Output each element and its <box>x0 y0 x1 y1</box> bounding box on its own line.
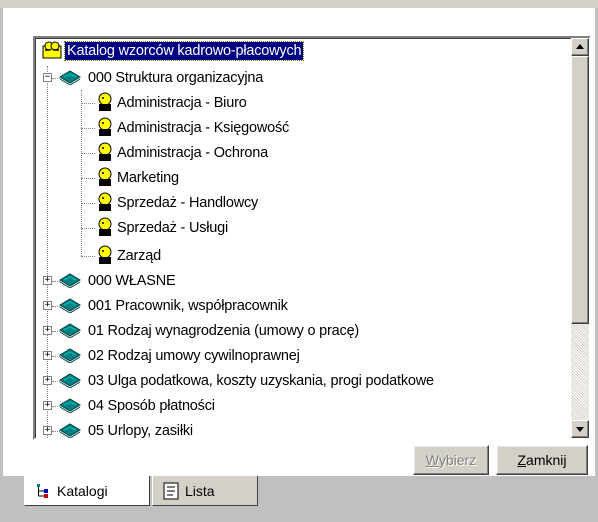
select-button-label: ybierz <box>438 452 477 468</box>
tree-rows: Katalog wzorców kadrowo-płacowych − 000 … <box>35 38 565 438</box>
tab-lista[interactable]: Lista <box>152 476 258 506</box>
catalog-panel: Katalog wzorców kadrowo-płacowych − 000 … <box>3 8 595 476</box>
book-icon <box>59 373 81 388</box>
tree-connector <box>81 103 95 104</box>
expand-toggle[interactable]: + <box>43 301 52 310</box>
tree-connector <box>81 178 95 179</box>
tree-item-label: 001 Pracownik, współpracownik <box>88 297 288 314</box>
scroll-up-button[interactable] <box>571 38 589 56</box>
tab-lista-label: Lista <box>185 482 215 499</box>
arrow-down-icon <box>576 427 584 432</box>
list-icon <box>163 482 179 499</box>
book-icon <box>59 273 81 288</box>
tree-item-label: Sprzedaż - Usługi <box>117 219 229 236</box>
book-icon <box>59 70 81 85</box>
expand-toggle[interactable]: + <box>43 401 52 410</box>
tree-item-zarzad[interactable]: Zarząd <box>95 243 163 268</box>
expand-toggle[interactable]: + <box>43 351 52 360</box>
person-icon <box>98 142 112 161</box>
vertical-scrollbar[interactable] <box>571 38 589 438</box>
person-icon <box>98 167 112 186</box>
tree-item-label: 04 Sposób płatności <box>88 397 215 414</box>
tab-bar: Katalogi Lista <box>0 476 598 522</box>
close-button[interactable]: Zamknij <box>496 445 588 475</box>
tree-item-label: Administracja - Biuro <box>117 94 247 111</box>
tab-katalogi-label: Katalogi <box>57 482 108 499</box>
book-icon <box>59 398 81 413</box>
arrow-up-icon <box>576 44 584 49</box>
expand-toggle[interactable]: + <box>43 376 52 385</box>
tree-connector <box>81 203 95 204</box>
tree-connector <box>81 153 95 154</box>
tree-item-label: Zarząd <box>117 247 161 264</box>
tree-root-row[interactable]: Katalog wzorców kadrowo-płacowych <box>41 38 305 63</box>
person-icon <box>98 117 112 136</box>
tree-item-label: 02 Rodzaj umowy cywilnoprawnej <box>88 347 300 364</box>
book-icon <box>59 298 81 313</box>
scroll-thumb[interactable] <box>571 56 589 324</box>
tree-item-label: 000 Struktura organizacyjna <box>88 69 264 86</box>
tree-connector <box>81 228 95 229</box>
close-button-accel: Z <box>517 452 527 468</box>
tree-item-label: 01 Rodzaj wynagrodzenia (umowy o pracę) <box>88 322 360 339</box>
collapse-toggle[interactable]: − <box>43 73 52 82</box>
expand-toggle[interactable]: + <box>43 326 52 335</box>
tree-item-sprzedaz-handlowcy[interactable]: Sprzedaż - Handlowcy <box>95 190 260 215</box>
tree-item-label: 000 WŁASNE <box>88 272 176 289</box>
book-icon <box>59 423 81 438</box>
tree-connector <box>81 128 95 129</box>
person-icon <box>98 92 112 111</box>
person-icon <box>98 217 112 236</box>
tree-item-label: 05 Urlopy, zasiłki <box>88 422 193 439</box>
catalog-root-icon <box>42 41 62 59</box>
tree-group-struktura[interactable]: 000 Struktura organizacyjna <box>59 65 265 90</box>
expand-toggle[interactable]: + <box>43 426 52 435</box>
window-top-edge <box>0 0 598 8</box>
tree-group-umowa-cywilnoprawna[interactable]: 02 Rodzaj umowy cywilnoprawnej <box>59 343 302 368</box>
tree-connector <box>81 256 95 257</box>
book-icon <box>59 348 81 363</box>
tree-item-label: Sprzedaż - Handlowcy <box>117 194 259 211</box>
expand-toggle[interactable]: + <box>43 276 52 285</box>
tree-item-admin-biuro[interactable]: Administracja - Biuro <box>95 90 249 115</box>
person-icon <box>98 245 112 264</box>
tree-item-admin-ochrona[interactable]: Administracja - Ochrona <box>95 140 270 165</box>
person-icon <box>98 192 112 211</box>
tree-root-label: Katalog wzorców kadrowo-płacowych <box>63 40 305 61</box>
select-button-accel: W <box>425 452 439 468</box>
book-icon <box>59 323 81 338</box>
tree-item-label: Marketing <box>117 169 179 186</box>
tree-item-label: 03 Ulga podatkowa, koszty uzyskania, pro… <box>88 372 434 389</box>
tab-katalogi[interactable]: Katalogi <box>24 476 150 506</box>
tree-group-rodzaj-wynagrodzenia[interactable]: 01 Rodzaj wynagrodzenia (umowy o pracę) <box>59 318 361 343</box>
tree-icon <box>37 483 48 498</box>
tree-item-label: Administracja - Księgowość <box>117 119 290 136</box>
tree-item-sprzedaz-uslugi[interactable]: Sprzedaż - Usługi <box>95 215 230 240</box>
close-button-label: amknij <box>526 452 567 468</box>
tree-group-urlopy[interactable]: 05 Urlopy, zasiłki <box>59 418 195 438</box>
tree-item-admin-ksiegowosc[interactable]: Administracja - Księgowość <box>95 115 291 140</box>
tree-group-ulga-podatkowa[interactable]: 03 Ulga podatkowa, koszty uzyskania, pro… <box>59 368 436 393</box>
tree-item-label: Administracja - Ochrona <box>117 144 268 161</box>
tree-guide-line <box>81 90 82 256</box>
tree-group-sposob-platnosci[interactable]: 04 Sposób płatności <box>59 393 217 418</box>
scroll-down-button[interactable] <box>571 420 589 438</box>
catalog-tree[interactable]: Katalog wzorców kadrowo-płacowych − 000 … <box>33 36 591 440</box>
tree-group-wlasne[interactable]: 000 WŁASNE <box>59 268 177 293</box>
tree-item-marketing[interactable]: Marketing <box>95 165 181 190</box>
select-button[interactable]: Wybierz <box>413 445 489 475</box>
tree-group-pracownik[interactable]: 001 Pracownik, współpracownik <box>59 293 290 318</box>
